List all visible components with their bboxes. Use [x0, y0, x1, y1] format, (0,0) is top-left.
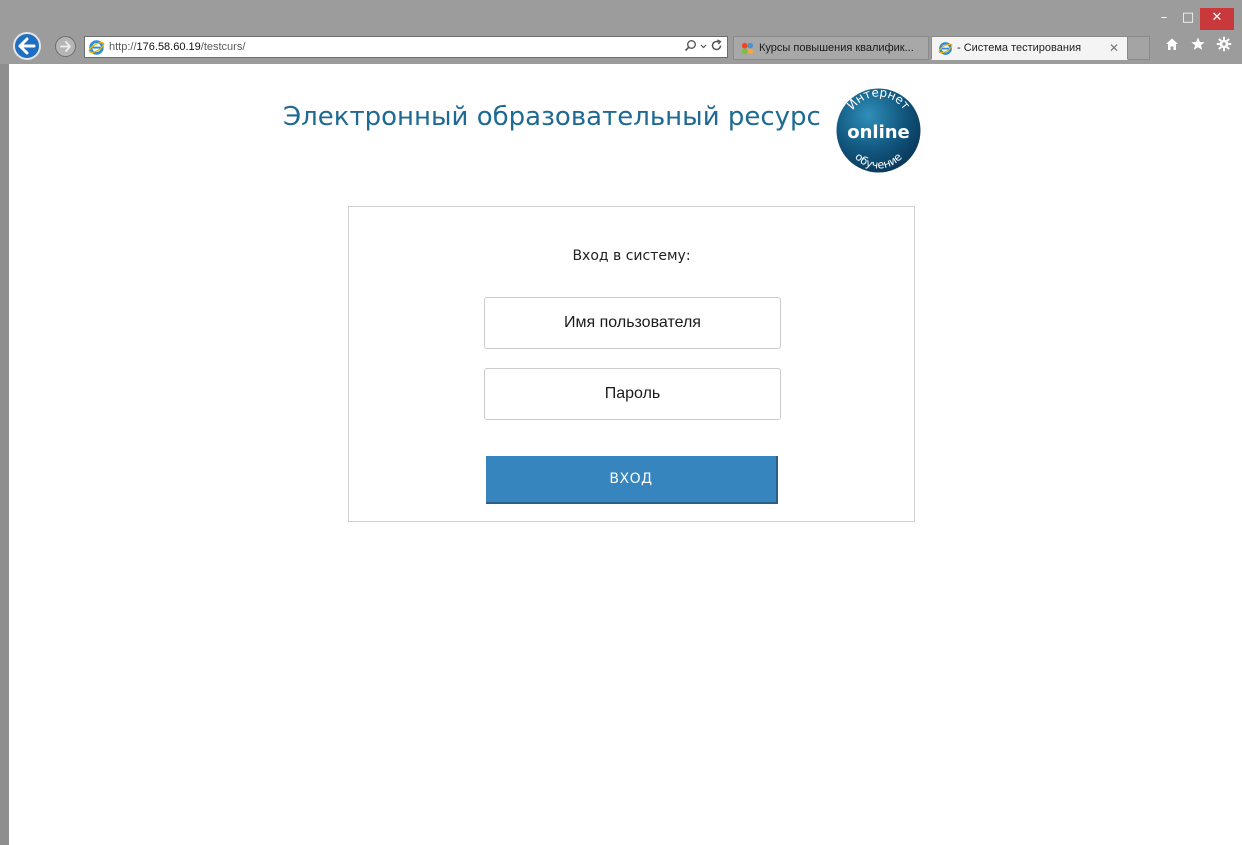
tab-label: - Система тестирования: [957, 42, 1082, 54]
tab-label: Курсы повышения квалифик...: [759, 42, 914, 54]
window-controls: – □ ✕: [1152, 8, 1234, 32]
browser-chrome: – □ ✕ http://176.58.60.19/testcurs/ Курс…: [0, 0, 1242, 64]
close-window-button[interactable]: ✕: [1200, 8, 1234, 30]
toolbar-icons: [1164, 36, 1232, 52]
url-host: 176.58.60.19: [136, 41, 201, 53]
tab-courses[interactable]: Курсы повышения квалифик...: [733, 36, 929, 60]
refresh-icon[interactable]: [710, 39, 723, 52]
url-prefix: http://: [109, 41, 137, 53]
logo-main-text: online: [847, 122, 910, 143]
url-text[interactable]: http://176.58.60.19/testcurs/: [109, 41, 245, 53]
window-left-edge: [0, 64, 9, 845]
search-icon[interactable]: [684, 39, 697, 52]
home-icon[interactable]: [1164, 36, 1180, 52]
minimize-button[interactable]: –: [1152, 8, 1176, 30]
dropdown-icon[interactable]: [700, 39, 707, 52]
login-panel: Вход в систему: ВХОД: [348, 206, 915, 522]
back-button[interactable]: [13, 32, 41, 60]
online-learning-logo: Интернет online обучение: [836, 87, 921, 173]
forward-button[interactable]: [55, 36, 76, 57]
address-tools: [684, 39, 723, 52]
internet-explorer-icon: [938, 41, 953, 55]
arrow-left-icon: [18, 37, 36, 55]
password-input[interactable]: [484, 368, 781, 420]
joomla-icon: [741, 42, 754, 54]
site-title: Электронный образовательный ресурс: [283, 102, 821, 132]
maximize-button[interactable]: □: [1176, 8, 1200, 30]
url-path: /testcurs/: [200, 41, 246, 53]
new-tab-button[interactable]: [1128, 36, 1150, 60]
login-heading: Вход в систему:: [572, 248, 691, 264]
close-tab-icon[interactable]: ✕: [1109, 41, 1119, 55]
favorites-star-icon[interactable]: [1190, 36, 1206, 52]
username-input[interactable]: [484, 297, 781, 349]
arrow-right-icon: [60, 41, 71, 52]
internet-explorer-icon: [88, 39, 105, 55]
tab-testing-system[interactable]: - Система тестирования ✕: [931, 36, 1128, 60]
settings-gear-icon[interactable]: [1216, 36, 1232, 52]
login-button[interactable]: ВХОД: [486, 456, 778, 504]
address-bar[interactable]: http://176.58.60.19/testcurs/: [84, 36, 728, 58]
